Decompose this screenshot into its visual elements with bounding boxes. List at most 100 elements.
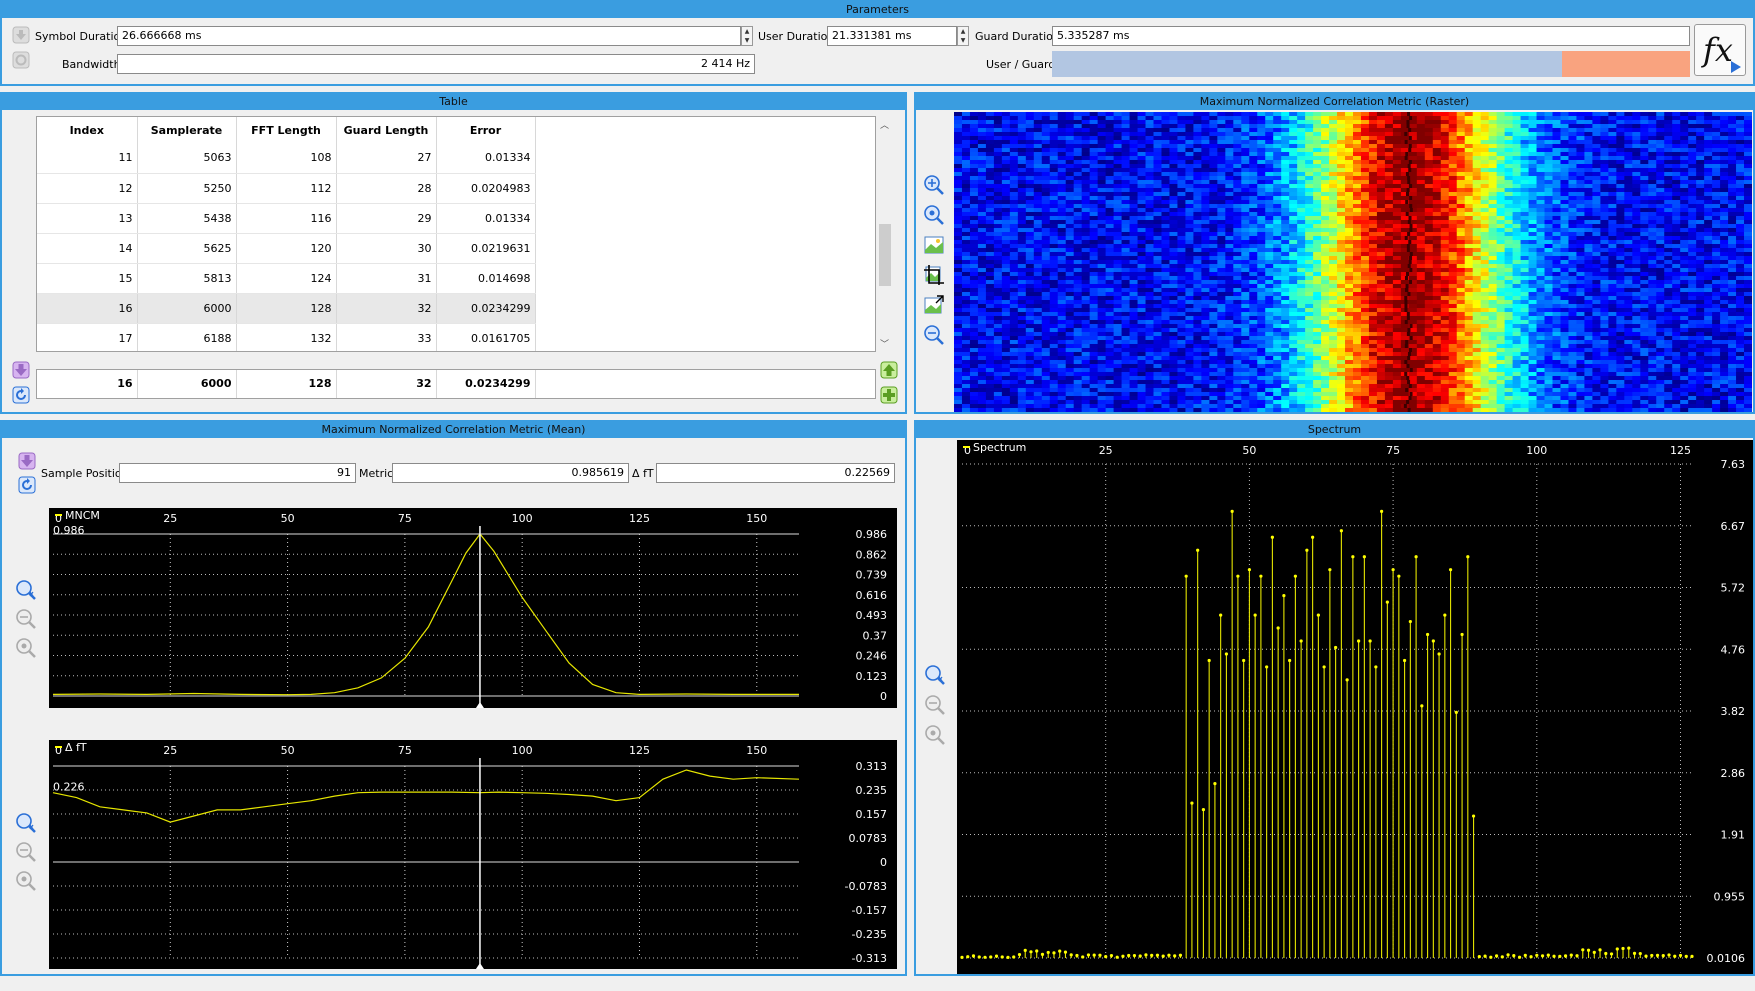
raster-cell	[1049, 256, 1059, 261]
raster-cell	[1113, 240, 1123, 245]
guard-duration-field[interactable]: 5.335287 ms	[1052, 26, 1690, 46]
user-duration-field[interactable]: 21.331381 ms	[827, 26, 957, 46]
raster-cell	[1265, 160, 1274, 165]
raster-cell	[1073, 236, 1083, 241]
table-row[interactable]: 11 5063 108 27 0.01334	[37, 143, 536, 174]
raster-cell	[1121, 228, 1131, 233]
down-arrow-icon[interactable]	[10, 24, 32, 46]
zoom-out-icon[interactable]	[923, 324, 945, 346]
column-header-samplerate[interactable]: Samplerate	[137, 117, 237, 143]
raster-cell	[1528, 132, 1538, 137]
raster-cell	[1384, 264, 1394, 269]
raster-cell	[1712, 236, 1721, 241]
scroll-thumb[interactable]	[879, 224, 891, 286]
raster-cell	[1313, 112, 1322, 117]
image-icon[interactable]	[923, 234, 945, 256]
raster-cell	[1496, 196, 1506, 201]
fit-image-icon[interactable]	[923, 294, 945, 316]
raster-cell	[1265, 144, 1274, 149]
scroll-down-arrow[interactable]: ﹀	[880, 337, 889, 350]
raster-cell	[961, 288, 971, 293]
raster-cell	[961, 172, 971, 177]
table-row[interactable]: 17 6188 132 33 0.0161705	[37, 323, 536, 351]
raster-cell	[1632, 216, 1641, 221]
raster-cell	[993, 204, 1003, 209]
refresh-icon[interactable]	[10, 384, 32, 406]
raster-cell	[1025, 156, 1035, 161]
raster-cell	[1480, 224, 1490, 229]
raster-cell	[1576, 164, 1586, 169]
raster-cell	[1736, 128, 1745, 133]
column-header-index[interactable]: Index	[37, 117, 138, 143]
raster-cell	[1297, 200, 1306, 205]
column-header-fft-length[interactable]: FFT Length	[236, 117, 337, 143]
raster-cell	[1201, 260, 1210, 265]
raster-cell	[1257, 208, 1266, 213]
raster-cell	[1424, 288, 1434, 293]
raster-cell	[1360, 264, 1370, 269]
raster-cell	[1720, 116, 1729, 121]
column-header-error[interactable]: Error	[436, 117, 536, 143]
raster-cell	[1648, 116, 1657, 121]
raster-cell	[1305, 152, 1314, 157]
raster-cell	[1512, 236, 1522, 241]
raster-cell	[1640, 248, 1649, 253]
raster-cell	[1376, 284, 1386, 289]
raster-cell	[1337, 272, 1346, 277]
table-row[interactable]: 12 5250 112 28 0.0204983	[37, 173, 536, 204]
up-arrow-icon[interactable]	[878, 359, 900, 381]
raster-cell	[1432, 140, 1442, 145]
raster-cell	[1193, 220, 1202, 225]
raster-cell	[1560, 204, 1570, 209]
raster-cell	[1472, 252, 1482, 257]
raster-image[interactable]	[954, 112, 1752, 412]
zoom-reset-icon[interactable]	[923, 204, 945, 226]
crop-image-icon[interactable]	[923, 264, 945, 286]
user-duration-spinner[interactable]: ▲ ▼	[957, 26, 969, 46]
raster-cell	[1728, 172, 1737, 177]
scroll-up-arrow[interactable]: ︿	[880, 118, 889, 131]
down-arrow-icon[interactable]	[10, 359, 32, 381]
raster-cell	[1089, 132, 1099, 137]
table-row[interactable]: 14 5625 120 30 0.0219631	[37, 233, 536, 264]
raster-cell	[1305, 200, 1314, 205]
raster-cell	[1480, 132, 1490, 137]
raster-cell	[1249, 224, 1258, 229]
raster-cell	[1616, 156, 1625, 161]
table-scrollbar[interactable]: ︿ ﹀	[876, 116, 894, 352]
raster-cell	[1472, 196, 1482, 201]
refresh-icon[interactable]	[10, 49, 32, 71]
raster-cell	[1600, 160, 1609, 165]
function-button[interactable]: fx	[1694, 24, 1746, 76]
table-row[interactable]: 16 6000 128 32 0.0234299	[37, 293, 536, 324]
raster-cell	[1265, 272, 1274, 277]
raster-cell	[1137, 260, 1147, 265]
raster-cell	[1576, 280, 1586, 285]
raster-cell	[1616, 144, 1625, 149]
zoom-in-icon[interactable]	[923, 174, 945, 196]
add-icon[interactable]	[878, 384, 900, 406]
raster-cell	[1728, 212, 1737, 217]
raster-cell	[1512, 224, 1522, 229]
raster-cell	[1616, 220, 1625, 225]
raster-cell	[1161, 188, 1171, 193]
raster-cell	[1009, 208, 1019, 213]
table-row[interactable]: 15 5813 124 31 0.014698	[37, 263, 536, 294]
raster-cell	[1440, 212, 1450, 217]
table-row[interactable]: 13 5438 116 29 0.01334	[37, 203, 536, 234]
bandwidth-field[interactable]: 2 414 Hz	[117, 54, 755, 74]
raster-cell	[1057, 232, 1067, 237]
raster-cell	[1313, 160, 1322, 165]
raster-cell	[1161, 184, 1171, 189]
table-view[interactable]: Index Samplerate FFT Length Guard Length…	[36, 116, 876, 352]
symbol-duration-field[interactable]: 26.666668 ms	[117, 26, 741, 46]
raster-cell	[1193, 268, 1202, 273]
raster-cell	[1376, 216, 1386, 221]
raster-cell	[1297, 276, 1306, 281]
raster-cell	[1392, 124, 1402, 129]
raster-cell	[1464, 144, 1474, 149]
column-header-guard-length[interactable]: Guard Length	[336, 117, 437, 143]
symbol-duration-spinner[interactable]: ▲ ▼	[741, 26, 753, 46]
raster-cell	[1576, 264, 1586, 269]
raster-cell	[961, 204, 971, 209]
